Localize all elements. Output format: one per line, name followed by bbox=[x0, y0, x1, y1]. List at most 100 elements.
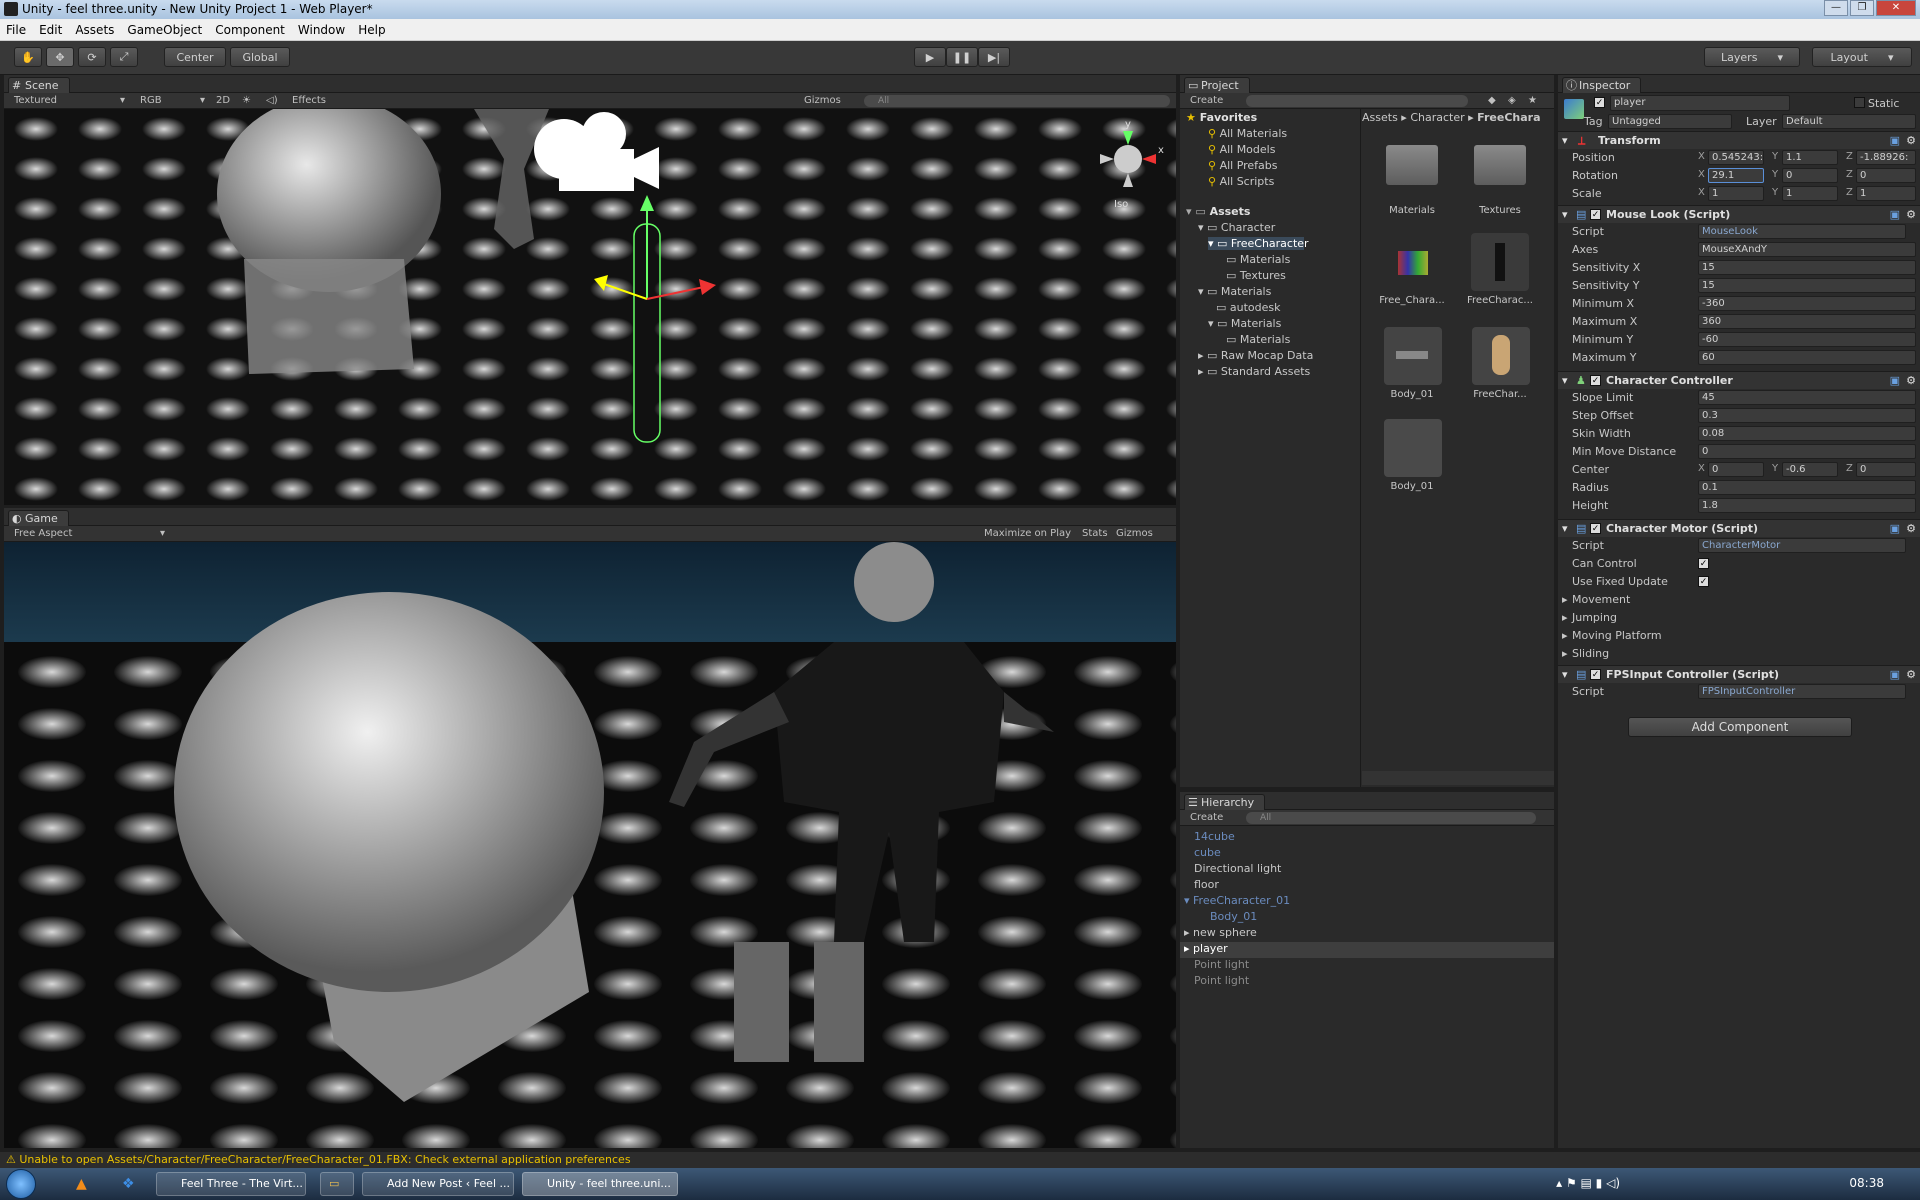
help-book-icon[interactable]: ▣ bbox=[1890, 374, 1900, 387]
layout-dropdown[interactable]: Layout ▾ bbox=[1812, 47, 1912, 67]
breadcrumb-assets[interactable]: Assets bbox=[1362, 111, 1398, 124]
help-book-icon[interactable]: ▣ bbox=[1890, 668, 1900, 681]
axis-y-label[interactable]: Y bbox=[1772, 169, 1778, 180]
tree-folder-freecharacter[interactable]: ▾ ▭ FreeCharacter bbox=[1208, 237, 1309, 250]
menu-component[interactable]: Component bbox=[215, 23, 285, 37]
minimum-y-field[interactable]: -60 bbox=[1698, 332, 1916, 347]
step-offset-field[interactable]: 0.3 bbox=[1698, 408, 1916, 423]
scale-z-field[interactable]: 1 bbox=[1856, 186, 1916, 201]
motor-enabled-checkbox[interactable]: ✓ bbox=[1590, 523, 1601, 534]
sliding-foldout[interactable]: ▸ Sliding bbox=[1558, 645, 1920, 663]
minimum-x-field[interactable]: -360 bbox=[1698, 296, 1916, 311]
script-reference-field[interactable]: MouseLook bbox=[1698, 224, 1906, 239]
axis-z-label[interactable]: Z bbox=[1846, 463, 1853, 474]
scene-viewport[interactable]: y x Iso bbox=[4, 109, 1176, 505]
axis-x-label[interactable]: X bbox=[1698, 187, 1705, 198]
favorite-all-prefabs[interactable]: ⚲ All Prefabs bbox=[1208, 159, 1278, 172]
menu-edit[interactable]: Edit bbox=[39, 23, 62, 37]
object-name-field[interactable]: player bbox=[1610, 95, 1790, 111]
hierarchy-item-selected[interactable]: ▸ player bbox=[1180, 942, 1554, 958]
scale-y-field[interactable]: 1 bbox=[1782, 186, 1838, 201]
material-body-thumb[interactable] bbox=[1384, 419, 1442, 477]
filter-type-icon[interactable]: ◆ bbox=[1488, 95, 1496, 106]
min-move-distance-field[interactable]: 0 bbox=[1698, 444, 1916, 459]
tag-dropdown[interactable]: Untagged bbox=[1608, 114, 1732, 129]
tree-folder-materials-root[interactable]: ▾ ▭ Materials bbox=[1198, 285, 1271, 298]
gizmos-dropdown[interactable]: Gizmos bbox=[804, 95, 841, 106]
hierarchy-item[interactable]: Point light bbox=[1194, 958, 1249, 971]
folder-textures[interactable] bbox=[1474, 145, 1526, 185]
taskbar-task[interactable]: Add New Post ‹ Feel ... bbox=[362, 1172, 514, 1196]
axis-z-label[interactable]: Z bbox=[1846, 151, 1853, 162]
favorites-header[interactable]: ★ Favorites bbox=[1186, 111, 1257, 124]
2d-toggle[interactable]: 2D bbox=[216, 95, 230, 106]
hierarchy-item[interactable]: Directional light bbox=[1194, 862, 1281, 875]
sensitivity-y-field[interactable]: 15 bbox=[1698, 278, 1916, 293]
gear-icon[interactable]: ⚙ bbox=[1906, 208, 1916, 221]
archive-icon[interactable] bbox=[1398, 251, 1428, 275]
axes-dropdown[interactable]: MouseXAndY bbox=[1698, 242, 1916, 257]
skin-width-field[interactable]: 0.08 bbox=[1698, 426, 1916, 441]
maximize-on-play-toggle[interactable]: Maximize on Play bbox=[984, 528, 1071, 539]
height-field[interactable]: 1.8 bbox=[1698, 498, 1916, 513]
shading-dropdown[interactable]: Textured bbox=[14, 95, 57, 106]
tree-folder-materials[interactable]: ▭ Materials bbox=[1226, 253, 1290, 266]
hand-tool-button[interactable]: ✋ bbox=[14, 47, 42, 67]
move-tool-button[interactable]: ✥ bbox=[46, 47, 74, 67]
rotation-y-field[interactable]: 0 bbox=[1782, 168, 1838, 183]
maximize-button[interactable]: ❐ bbox=[1850, 0, 1874, 16]
render-mode-dropdown[interactable]: RGB bbox=[140, 95, 162, 106]
add-component-button[interactable]: Add Component bbox=[1628, 717, 1852, 737]
favorite-all-models[interactable]: ⚲ All Models bbox=[1208, 143, 1275, 156]
slope-limit-field[interactable]: 45 bbox=[1698, 390, 1916, 405]
transform-header[interactable]: ▾ ⟂ Transform ▣ ⚙ bbox=[1558, 131, 1920, 149]
assets-root[interactable]: ▾ ▭ Assets bbox=[1186, 205, 1250, 218]
position-x-field[interactable]: 0.545243: bbox=[1708, 150, 1764, 165]
status-bar[interactable]: ⚠ Unable to open Assets/Character/FreeCh… bbox=[0, 1152, 1920, 1168]
avatar-thumb[interactable] bbox=[1472, 327, 1530, 385]
layers-dropdown[interactable]: Layers ▾ bbox=[1704, 47, 1800, 67]
axis-z-label[interactable]: Z bbox=[1846, 187, 1853, 198]
hierarchy-item[interactable]: ▸ new sphere bbox=[1184, 926, 1257, 939]
stats-toggle[interactable]: Stats bbox=[1082, 528, 1108, 539]
center-x-field[interactable]: 0 bbox=[1708, 462, 1764, 477]
vlc-icon[interactable]: ▲ bbox=[76, 1176, 87, 1192]
controller-enabled-checkbox[interactable]: ✓ bbox=[1590, 375, 1601, 386]
fpsinput-header[interactable]: ▾ ▤ ✓ FPSInput Controller (Script) ▣ ⚙ bbox=[1558, 665, 1920, 683]
breadcrumb-freecharacter[interactable]: FreeChara bbox=[1477, 111, 1540, 124]
favorite-star-icon[interactable]: ★ bbox=[1528, 95, 1537, 106]
filter-label-icon[interactable]: ◈ bbox=[1508, 95, 1516, 106]
hierarchy-item[interactable]: cube bbox=[1194, 846, 1221, 859]
axis-y-label[interactable]: Y bbox=[1772, 151, 1778, 162]
rotation-x-field[interactable]: 29.1 bbox=[1708, 168, 1764, 183]
fpsinput-script-field[interactable]: FPSInputController bbox=[1698, 684, 1906, 699]
effects-dropdown[interactable]: Effects bbox=[292, 95, 326, 106]
tree-folder-standard-assets[interactable]: ▸ ▭ Standard Assets bbox=[1198, 365, 1310, 378]
character-controller-header[interactable]: ▾ ♟ ✓ Character Controller ▣ ⚙ bbox=[1558, 371, 1920, 389]
taskbar-task-active[interactable]: Unity - feel three.uni... bbox=[522, 1172, 678, 1196]
help-book-icon[interactable]: ▣ bbox=[1890, 134, 1900, 147]
taskbar-task[interactable]: Feel Three - The Virt... bbox=[156, 1172, 306, 1196]
gear-icon[interactable]: ⚙ bbox=[1906, 374, 1916, 387]
axis-x-label[interactable]: X bbox=[1698, 169, 1705, 180]
menu-assets[interactable]: Assets bbox=[75, 23, 114, 37]
tray-icons[interactable]: ▴ ⚑ ▤ ▮ ◁) bbox=[1556, 1176, 1620, 1190]
movement-foldout[interactable]: ▸ Movement bbox=[1558, 591, 1920, 609]
game-gizmos-dropdown[interactable]: Gizmos bbox=[1116, 528, 1153, 539]
jumping-foldout[interactable]: ▸ Jumping bbox=[1558, 609, 1920, 627]
iso-label[interactable]: Iso bbox=[1114, 199, 1128, 210]
thumbnail-size-slider[interactable] bbox=[1362, 771, 1554, 785]
menu-help[interactable]: Help bbox=[358, 23, 385, 37]
menu-file[interactable]: File bbox=[6, 23, 26, 37]
rotate-tool-button[interactable]: ⟳ bbox=[78, 47, 106, 67]
mouselook-enabled-checkbox[interactable]: ✓ bbox=[1590, 209, 1601, 220]
character-motor-header[interactable]: ▾ ▤ ✓ Character Motor (Script) ▣ ⚙ bbox=[1558, 519, 1920, 537]
project-create-dropdown[interactable]: Create bbox=[1190, 95, 1223, 106]
center-y-field[interactable]: -0.6 bbox=[1782, 462, 1838, 477]
axis-z-label[interactable]: Z bbox=[1846, 169, 1853, 180]
tree-folder-autodesk[interactable]: ▭ autodesk bbox=[1216, 301, 1281, 314]
folder-materials[interactable] bbox=[1386, 145, 1438, 185]
tab-hierarchy[interactable]: ☰ Hierarchy bbox=[1184, 794, 1266, 810]
scene-search-input[interactable]: All bbox=[864, 95, 1170, 107]
help-book-icon[interactable]: ▣ bbox=[1890, 522, 1900, 535]
